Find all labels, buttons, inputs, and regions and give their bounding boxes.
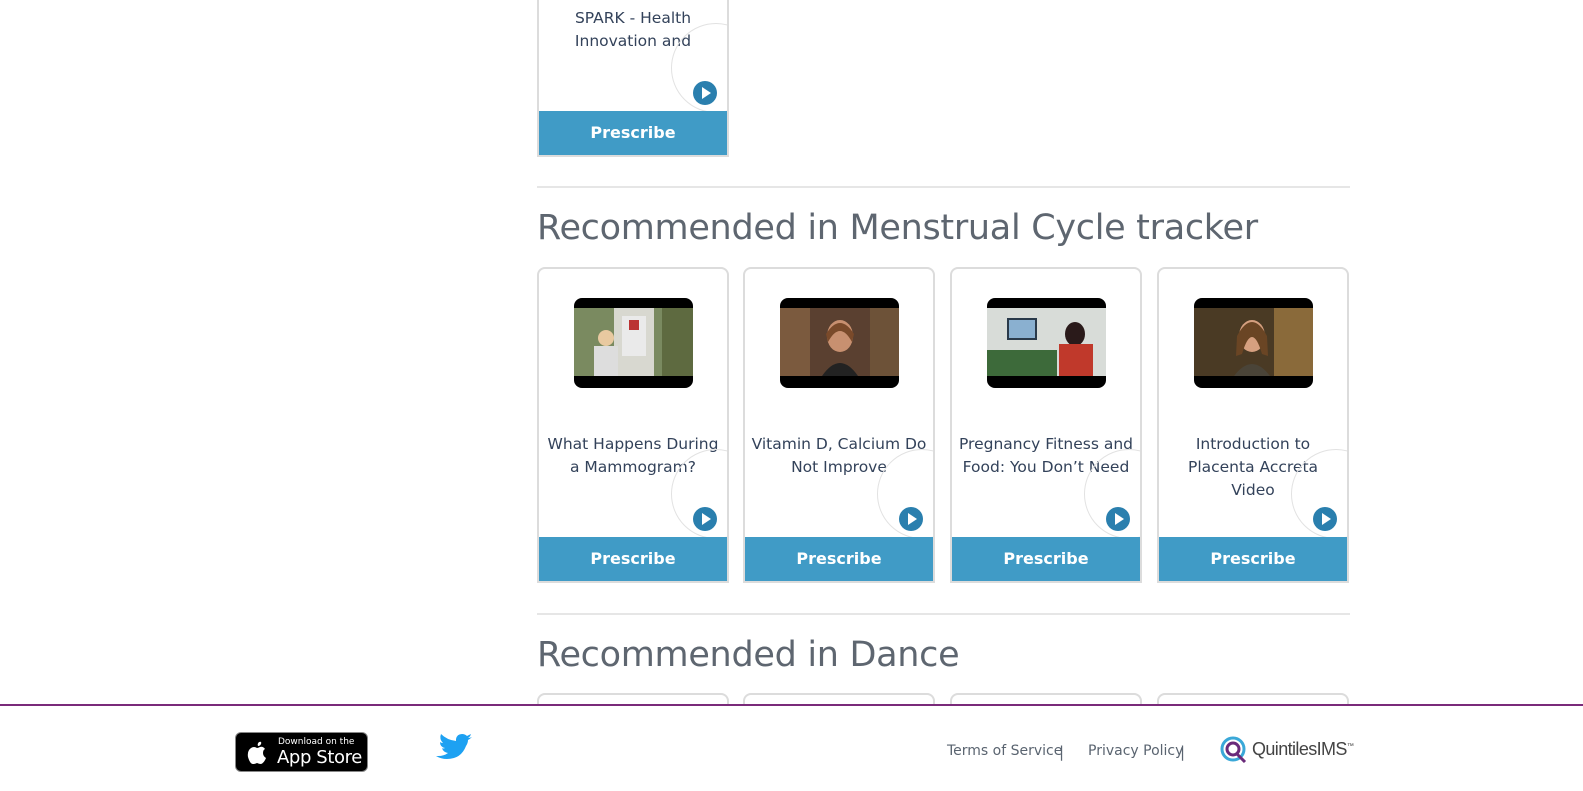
page: SPARK - Health Innovation and Prescribe …: [0, 0, 1583, 791]
video-card[interactable]: Vitamin D, Calcium Do Not Improve Prescr…: [743, 267, 935, 583]
play-icon[interactable]: [1313, 507, 1337, 531]
section-title: Recommended in Menstrual Cycle tracker: [537, 208, 1258, 248]
app-store-big-text: App Store: [277, 747, 362, 768]
quintilesims-logo-icon: [1220, 736, 1247, 764]
prescribe-button[interactable]: Prescribe: [952, 537, 1140, 581]
brand-trademark: ™: [1346, 743, 1354, 750]
video-thumbnail[interactable]: [1194, 298, 1313, 388]
prescribe-button[interactable]: Prescribe: [539, 111, 727, 155]
play-icon[interactable]: [693, 507, 717, 531]
video-card[interactable]: Pregnancy Fitness and Food: You Don’t Ne…: [950, 267, 1142, 583]
section-title: Recommended in Dance: [537, 635, 960, 675]
prescribe-button[interactable]: Prescribe: [539, 537, 727, 581]
section-divider: [537, 613, 1350, 615]
video-thumbnail[interactable]: [987, 298, 1106, 388]
video-card[interactable]: Introduction to Placenta Accreta Video P…: [1157, 267, 1349, 583]
footer-separator: |: [1059, 743, 1065, 761]
terms-of-service-link[interactable]: Terms of Service: [947, 743, 1062, 759]
footer: Download on the App Store Terms of Servi…: [0, 704, 1583, 791]
twitter-icon[interactable]: [435, 733, 473, 765]
apple-icon: [247, 741, 266, 764]
play-icon[interactable]: [693, 81, 717, 105]
prescribe-button[interactable]: Prescribe: [745, 537, 933, 581]
quintilesims-brand: QuintilesIMS™: [1252, 739, 1354, 760]
section-divider: [537, 186, 1350, 188]
play-icon[interactable]: [1106, 507, 1130, 531]
app-store-small-text: Download on the: [278, 737, 355, 747]
video-thumbnail[interactable]: [574, 298, 693, 388]
play-icon[interactable]: [899, 507, 923, 531]
video-card[interactable]: SPARK - Health Innovation and Prescribe: [537, 0, 729, 157]
prescribe-button[interactable]: Prescribe: [1159, 537, 1347, 581]
footer-separator: |: [1180, 743, 1186, 761]
brand-text: QuintilesIMS: [1252, 739, 1347, 759]
app-store-badge[interactable]: Download on the App Store: [235, 732, 368, 772]
video-card[interactable]: What Happens During a Mammogram? Prescri…: [537, 267, 729, 583]
video-thumbnail[interactable]: [780, 298, 899, 388]
privacy-policy-link[interactable]: Privacy Policy: [1088, 743, 1183, 759]
